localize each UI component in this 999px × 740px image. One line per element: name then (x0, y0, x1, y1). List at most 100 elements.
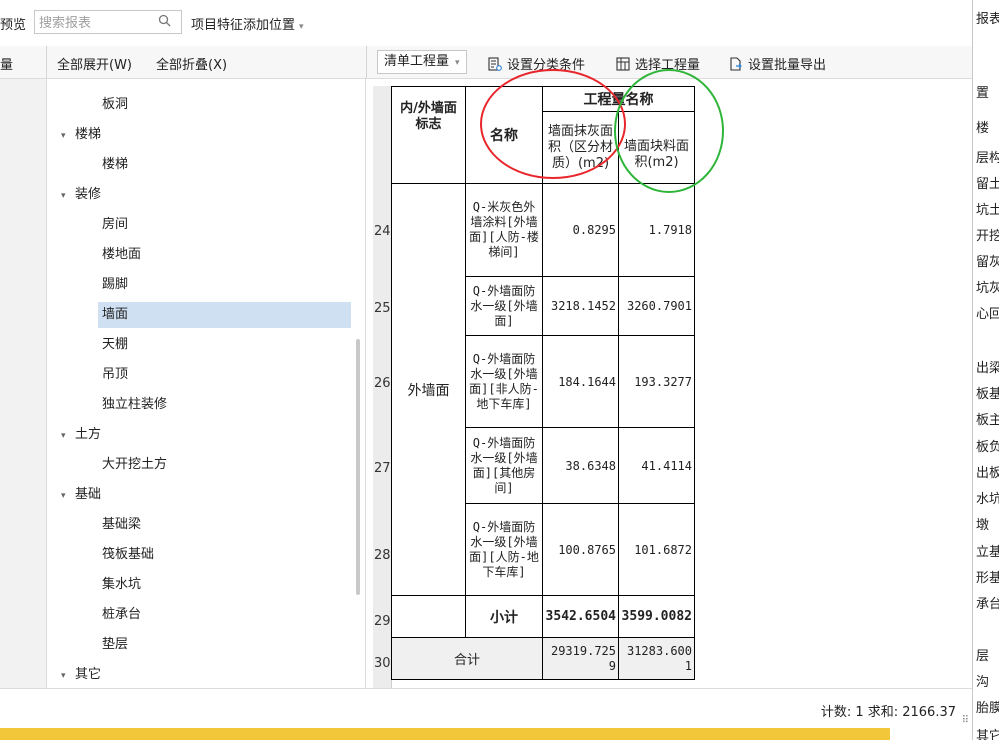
tree-item[interactable]: 基础梁 (102, 512, 141, 538)
background-panel-item: 置 (976, 86, 990, 101)
background-panel-item: 留灰 (976, 255, 999, 270)
tree-item[interactable]: 楼地面 (102, 242, 141, 268)
select-quantity-label: 选择工程量 (635, 58, 701, 73)
report-toolbar: 量 全部展开(W) 全部折叠(X) 清单工程量 ▾ 设置分类条件 选择工程量 设置… (0, 46, 972, 79)
tree-item-label: 大开挖土方 (102, 457, 168, 472)
quantity-type-select[interactable]: 清单工程量 ▾ (377, 50, 467, 74)
row-number: 27 (374, 461, 391, 476)
row-number: 24 (374, 224, 391, 239)
tree-item-label: 基础 (75, 487, 102, 502)
tree-item[interactable]: 独立柱装修 (102, 392, 167, 418)
tree-item-label: 踢脚 (102, 277, 129, 292)
tree-item-label: 楼梯 (102, 157, 129, 172)
row-number: 30 (374, 656, 391, 671)
tree-item-label: 房间 (102, 217, 129, 232)
chevron-down-icon[interactable]: ▾ (61, 663, 75, 688)
subtotal-tile: 3599.0082 (618, 595, 695, 638)
tree-group[interactable]: ▾ 装修 (61, 182, 101, 208)
status-count-sum: 计数: 1 求和: 2166.37 (820, 705, 956, 720)
table-cell-plaster: 184.1644 (542, 335, 619, 428)
table-cell-name: Q-米灰色外墙涂料[外墙面][人防-楼梯间] (465, 183, 543, 277)
tree-item-label: 装修 (75, 187, 102, 202)
top-toolbar: 预览 项目特征添加位置▾ (0, 0, 972, 47)
search-box[interactable] (34, 10, 182, 34)
tree-group[interactable]: ▾ 其它 (61, 662, 101, 688)
set-category-label: 设置分类条件 (507, 58, 586, 73)
tree-item-label: 墙面 (102, 307, 129, 322)
background-panel-item: 立基 (976, 545, 999, 560)
tree-item[interactable]: 大开挖土方 (102, 452, 167, 478)
table-cell-tile: 1.7918 (618, 183, 695, 277)
background-panel-item: 层 (976, 649, 990, 664)
tree-item-label: 吊顶 (102, 367, 129, 382)
batch-export-button[interactable]: 设置批量导出 (729, 54, 826, 73)
chevron-down-icon[interactable]: ▾ (61, 483, 75, 509)
background-panel-item: 水坑 (976, 492, 999, 507)
table-cell-name: Q-外墙面防水一级[外墙面] (465, 276, 543, 336)
background-panel-item: 出梁 (976, 361, 999, 376)
tree-item[interactable]: 墙面 (98, 302, 351, 328)
report-tree: 板洞 ▾ 楼梯 楼梯 ▾ 装修 房间 楼地面 踢脚 墙面 天棚 吊顶 独立柱装修 ▾ 土方 大开挖土方 ▾ 基础基… (47, 79, 366, 688)
collapse-all-button[interactable]: 全部折叠(X) (156, 54, 227, 73)
bottom-highlight-strip (0, 728, 890, 740)
search-input[interactable] (37, 12, 151, 34)
divider (366, 46, 367, 78)
table-cell-plaster: 3218.1452 (542, 276, 619, 336)
grid-select-icon (616, 57, 630, 71)
tree-item-label: 基础梁 (102, 517, 142, 532)
select-quantity-button[interactable]: 选择工程量 (616, 54, 700, 73)
background-panel-item: 承台 (976, 597, 999, 612)
divider (46, 46, 47, 78)
background-panel-item: 坑土 (976, 203, 999, 218)
header-wall-flag: 内/外墙面标志 (391, 86, 466, 184)
resize-grip-icon[interactable]: ⠿ (962, 715, 969, 726)
table-cell-tile: 3260.7901 (618, 276, 695, 336)
left-strip-label[interactable]: 量 (0, 54, 13, 73)
tree-item-label: 筏板基础 (102, 547, 155, 562)
chevron-down-icon[interactable]: ▾ (61, 183, 75, 209)
set-category-button[interactable]: 设置分类条件 (488, 54, 585, 73)
tree-item[interactable]: 天棚 (102, 332, 128, 358)
feature-position-dropdown[interactable]: 项目特征添加位置 ▾ (191, 14, 304, 33)
tree-group[interactable]: ▾ 楼梯 (61, 122, 101, 148)
tree-item-label: 楼梯 (75, 127, 102, 142)
background-panel-item: 报表 (976, 12, 999, 27)
preview-label[interactable]: 预览 (0, 14, 26, 33)
tree-group[interactable]: ▾ 土方 (61, 422, 101, 448)
expand-all-button[interactable]: 全部展开(W) (57, 54, 132, 73)
tree-item[interactable]: 桩承台 (102, 602, 141, 628)
batch-export-label: 设置批量导出 (748, 58, 827, 73)
status-bar: 计数: 1 求和: 2166.37 ⠿ (0, 688, 972, 729)
search-icon[interactable] (158, 14, 171, 31)
tree-item-label: 桩承台 (102, 607, 142, 622)
background-panel-item: 板基 (976, 387, 999, 402)
tree-scrollbar[interactable] (356, 339, 360, 595)
tree-item[interactable]: 集水坑 (102, 572, 141, 598)
tree-item[interactable]: 踢脚 (102, 272, 128, 298)
tree-item-label: 板洞 (102, 97, 129, 112)
export-icon (729, 57, 743, 71)
chevron-down-icon[interactable]: ▾ (61, 123, 75, 149)
background-panel-item: 形基 (976, 571, 999, 586)
background-window-panel: 报表置楼层构留土坑土开挖留灰坑灰心回出梁板基板主板负出板水坑墩立基形基承台层沟胎… (972, 0, 999, 740)
background-panel-item: 沟 (976, 675, 990, 690)
tree-item[interactable]: 筏板基础 (102, 542, 154, 568)
background-panel-item: 其它 (976, 729, 999, 740)
background-panel-item: 板主 (976, 413, 999, 428)
tree-item[interactable]: 吊顶 (102, 362, 128, 388)
tree-item[interactable]: 板洞 (102, 92, 128, 118)
chevron-down-icon[interactable]: ▾ (61, 423, 75, 449)
subtotal-blank-cell (391, 595, 466, 638)
tree-item[interactable]: 楼梯 (102, 152, 128, 178)
tree-item[interactable]: 垫层 (102, 632, 128, 658)
tree-item[interactable]: 房间 (102, 212, 128, 238)
total-label: 合计 (391, 637, 543, 680)
quantity-type-label: 清单工程量 (384, 54, 450, 69)
tree-group[interactable]: ▾ 基础 (61, 482, 101, 508)
table-cell-plaster: 0.8295 (542, 183, 619, 277)
header-tile-area: 墙面块料面积(m2) (618, 111, 695, 184)
row-number: 25 (374, 301, 391, 316)
background-panel-item: 出板 (976, 466, 999, 481)
tree-item-label: 集水坑 (102, 577, 142, 592)
background-panel-item: 墩 (976, 518, 990, 533)
